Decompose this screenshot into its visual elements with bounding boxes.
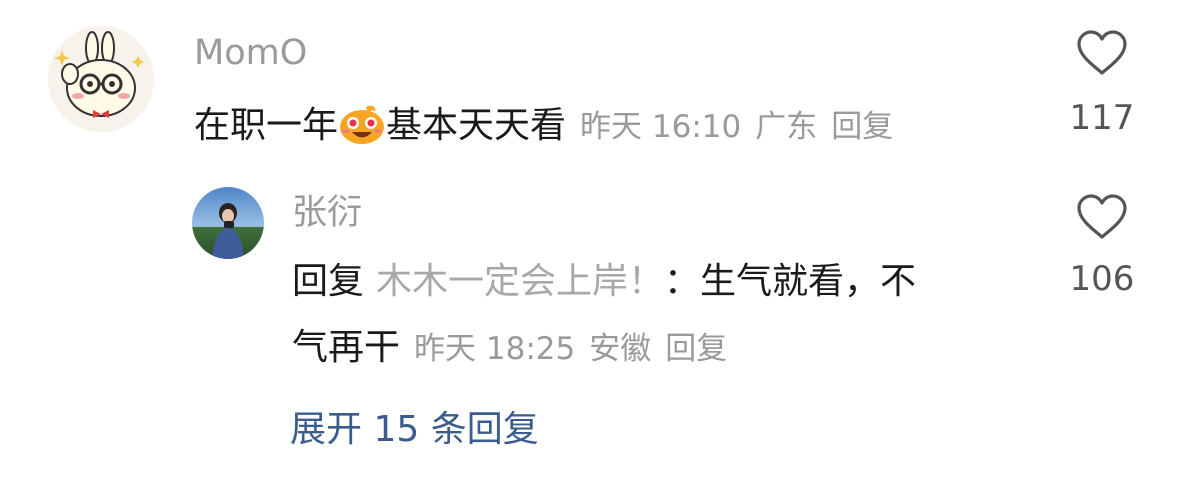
- comment-meta: 昨天 16:10 广东 回复: [580, 109, 907, 145]
- comment-like-count: 117: [1069, 98, 1135, 138]
- comment-text[interactable]: 在职一年 基本天天看 昨天 16:10 广东 回复: [194, 101, 907, 152]
- reply-text-part2: 气再干: [292, 327, 401, 368]
- reply-meta: 昨天 18:25 安徽 回复: [414, 331, 741, 367]
- replier-name[interactable]: 张衍: [292, 196, 362, 231]
- commenter-name[interactable]: MomO: [194, 36, 307, 71]
- comment-text-before: 在职一年: [194, 105, 339, 146]
- user-photo-icon: [192, 187, 264, 259]
- comment-location: 广东: [755, 109, 818, 145]
- reply-time: 昨天 18:25: [414, 331, 576, 367]
- heart-icon: [1077, 30, 1127, 75]
- replier-avatar[interactable]: [192, 187, 264, 259]
- reply-prefix: 回复: [292, 261, 365, 302]
- comment-reply-button[interactable]: 回复: [831, 109, 893, 145]
- comment-text-after: 基本天天看: [386, 105, 567, 146]
- rabbit-avatar-icon: [48, 26, 154, 132]
- reply-to-name[interactable]: 木木一定会上岸！: [376, 261, 664, 302]
- reply-like-button[interactable]: [1042, 194, 1162, 240]
- reply-text-line1[interactable]: 回复 木木一定会上岸！：生气就看，不: [292, 264, 916, 300]
- reply-location: 安徽: [589, 331, 652, 367]
- comment-time: 昨天 16:10: [580, 109, 742, 145]
- reply-text-line2[interactable]: 气再干 昨天 18:25 安徽 回复: [292, 330, 741, 366]
- reply-text-part1: ：生气就看，不: [664, 261, 917, 302]
- comment-like-button[interactable]: [1042, 30, 1162, 76]
- reply-like-count: 106: [1069, 259, 1135, 299]
- reply-reply-button[interactable]: 回复: [665, 331, 727, 367]
- commenter-avatar[interactable]: [48, 26, 154, 132]
- expand-replies-button[interactable]: 展开 15 条回复: [290, 412, 539, 448]
- heart-icon: [1077, 194, 1127, 239]
- grinning-face-emoji-icon: [338, 101, 386, 152]
